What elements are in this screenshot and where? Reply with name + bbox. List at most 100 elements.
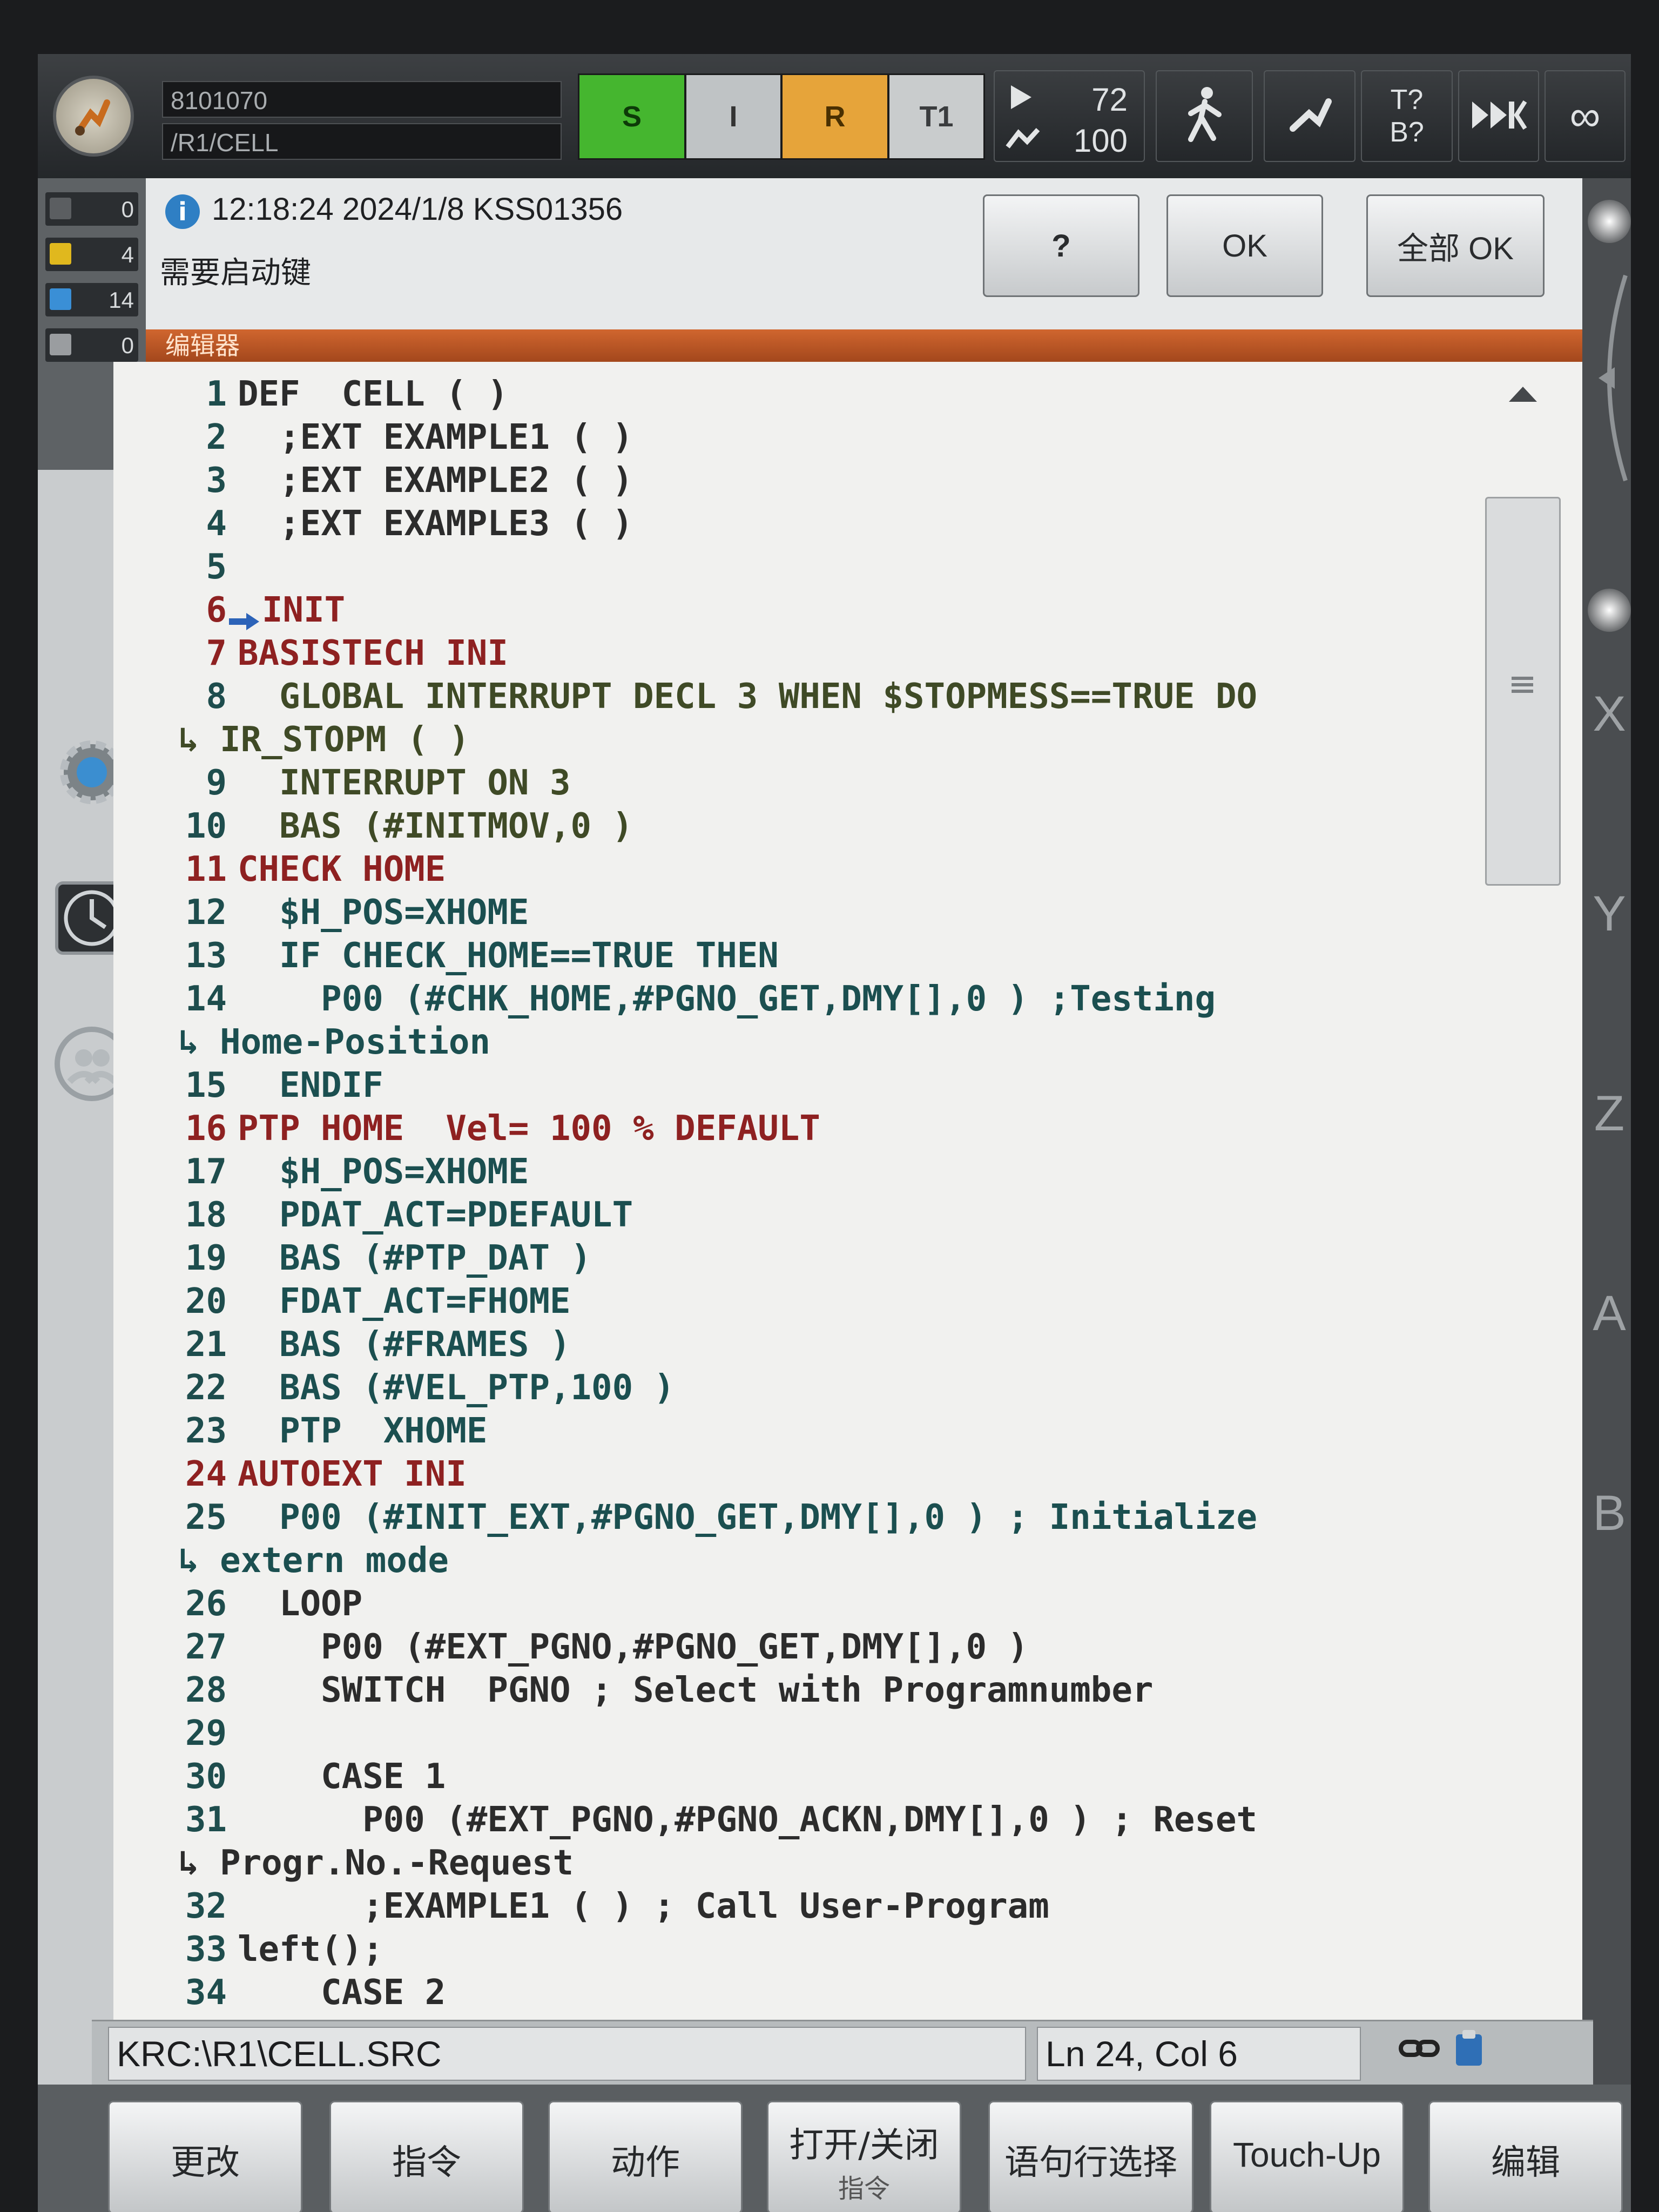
robot-tool-button[interactable]	[1264, 70, 1355, 162]
space-mouse-icon[interactable]	[1593, 270, 1631, 488]
code-line[interactable]: 24 AUTOEXT INI	[113, 1453, 1474, 1496]
all-ok-button[interactable]: 全部 OK	[1366, 194, 1545, 297]
code-line[interactable]: 27 P00 (#EXT_PGNO,#PGNO_GET,DMY[],0 )	[113, 1626, 1474, 1669]
code-line[interactable]: 1 DEF CELL ( )	[113, 373, 1474, 416]
axis-z-label[interactable]: Z	[1588, 1085, 1631, 1142]
program-id-field[interactable]: 8101070	[162, 81, 562, 118]
line-number: 19	[185, 1238, 227, 1278]
code-line[interactable]: 10 BAS (#INITMOV,0 )	[113, 805, 1474, 848]
line-code: GLOBAL INTERRUPT DECL 3 WHEN $STOPMESS==…	[238, 677, 1258, 717]
softkey-open-close[interactable]: 打开/关闭 指令	[767, 2101, 961, 2212]
program-path-field[interactable]: /R1/CELL	[162, 123, 562, 160]
line-code: IF CHECK_HOME==TRUE THEN	[238, 936, 779, 976]
program-status-r[interactable]: R	[781, 73, 889, 160]
stop-msg-count: 0	[121, 197, 134, 222]
line-code: P00 (#CHK_HOME,#PGNO_GET,DMY[],0 ) ;Test…	[238, 979, 1216, 1019]
line-code: CHECK HOME	[238, 849, 446, 889]
step-mode-button[interactable]	[1458, 70, 1539, 162]
code-line[interactable]: 19 BAS (#PTP_DAT )	[113, 1237, 1474, 1280]
jog-mode-button[interactable]	[1156, 70, 1253, 162]
line-number: 3	[206, 461, 227, 501]
code-line[interactable]: 16 PTP HOME Vel= 100 % DEFAULT	[113, 1107, 1474, 1150]
info-msg-counter[interactable]: 14	[45, 283, 138, 316]
line-number: 20	[185, 1282, 227, 1321]
code-line[interactable]: 20 FDAT_ACT=FHOME	[113, 1280, 1474, 1323]
code-line[interactable]: 29	[113, 1712, 1474, 1755]
softkey-motion[interactable]: 动作	[548, 2101, 743, 2212]
code-line[interactable]: 13 IF CHECK_HOME==TRUE THEN	[113, 934, 1474, 977]
code-line[interactable]: 15 ENDIF	[113, 1064, 1474, 1107]
line-code: ↳ extern mode	[178, 1541, 449, 1581]
line-number: 7	[206, 633, 227, 673]
clipboard-icon[interactable]	[1453, 2029, 1485, 2070]
ok-button[interactable]: OK	[1166, 194, 1323, 297]
code-line[interactable]: ↳ IR_STOPM ( )	[113, 718, 1474, 761]
code-line[interactable]: ↳ Progr.No.-Request	[113, 1842, 1474, 1885]
line-number: 13	[185, 936, 227, 976]
code-line[interactable]: 8 GLOBAL INTERRUPT DECL 3 WHEN $STOPMESS…	[113, 675, 1474, 718]
softkey-touch-up[interactable]: Touch-Up	[1210, 2101, 1404, 2212]
override-button[interactable]: 72 100	[994, 70, 1145, 162]
code-line[interactable]: 2 ;EXT EXAMPLE1 ( )	[113, 416, 1474, 459]
help-button[interactable]: ?	[983, 194, 1139, 297]
line-number: 30	[185, 1757, 227, 1797]
code-line[interactable]: 26 LOOP	[113, 1582, 1474, 1626]
scroll-thumb[interactable]	[1485, 497, 1561, 886]
code-line[interactable]: 17 $H_POS=XHOME	[113, 1150, 1474, 1193]
line-code: ↳ Home-Position	[178, 1022, 490, 1062]
softkey-commands[interactable]: 指令	[329, 2101, 524, 2212]
code-line[interactable]: 7 BASISTECH INI	[113, 632, 1474, 675]
code-line[interactable]: 22 BAS (#VEL_PTP,100 )	[113, 1366, 1474, 1410]
axis-y-label[interactable]: Y	[1588, 886, 1631, 942]
code-line[interactable]: 32 ;EXAMPLE1 ( ) ; Call User-Program	[113, 1885, 1474, 1928]
softkey-edit[interactable]: 编辑	[1428, 2101, 1623, 2212]
code-line[interactable]: 25 P00 (#INIT_EXT,#PGNO_GET,DMY[],0 ) ; …	[113, 1496, 1474, 1539]
softkey-change[interactable]: 更改	[108, 2101, 302, 2212]
code-line[interactable]: 11 CHECK HOME	[113, 848, 1474, 891]
code-line[interactable]: 9 INTERRUPT ON 3	[113, 761, 1474, 805]
line-number: 6	[206, 590, 227, 630]
code-line[interactable]: 12 $H_POS=XHOME	[113, 891, 1474, 934]
code-line[interactable]: ↳ Home-Position	[113, 1021, 1474, 1064]
code-editor[interactable]: 1 DEF CELL ( ) 2 ;EXT EXAMPLE1 ( ) 3 ;EXT E…	[113, 362, 1582, 2074]
line-code: $H_POS=XHOME	[238, 1152, 529, 1192]
code-line[interactable]: 31 P00 (#EXT_PGNO,#PGNO_ACKN,DMY[],0 ) ;…	[113, 1798, 1474, 1842]
line-number: 5	[206, 547, 227, 587]
axis-b-label[interactable]: B	[1588, 1485, 1631, 1542]
line-code: $H_POS=XHOME	[238, 893, 529, 933]
operating-mode-t1[interactable]: T1	[888, 73, 985, 160]
code-line[interactable]: 30 CASE 1	[113, 1755, 1474, 1798]
code-line[interactable]: 21 BAS (#FRAMES )	[113, 1323, 1474, 1366]
axis-a-label[interactable]: A	[1588, 1285, 1631, 1342]
code-line[interactable]: 4 ;EXT EXAMPLE3 ( )	[113, 502, 1474, 545]
code-line[interactable]: 14 P00 (#CHK_HOME,#PGNO_GET,DMY[],0 ) ;T…	[113, 977, 1474, 1021]
softkey-line-select[interactable]: 语句行选择	[988, 2101, 1193, 2212]
globe-icon-2[interactable]	[1588, 589, 1631, 632]
tool-base-button[interactable]: T? B?	[1361, 70, 1453, 162]
code-line[interactable]: 5	[113, 545, 1474, 589]
link-icon[interactable]	[1399, 2032, 1442, 2067]
code-line[interactable]: 18 PDAT_ACT=PDEFAULT	[113, 1193, 1474, 1237]
code-line[interactable]: 3 ;EXT EXAMPLE2 ( )	[113, 459, 1474, 502]
stop-msg-counter[interactable]: 0	[45, 192, 138, 226]
axis-x-label[interactable]: X	[1588, 686, 1631, 743]
code-line[interactable]: 23 PTP XHOME	[113, 1410, 1474, 1453]
code-line[interactable]: 28 SWITCH PGNO ; Select with Programnumb…	[113, 1669, 1474, 1712]
drive-status-i[interactable]: I	[685, 73, 782, 160]
globe-icon[interactable]	[1588, 200, 1631, 243]
wait-msg-counter[interactable]: 0	[45, 328, 138, 362]
warning-msg-counter[interactable]: 4	[45, 238, 138, 271]
run-mode-button[interactable]: ∞	[1545, 70, 1626, 162]
line-code: ;EXT EXAMPLE2 ( )	[238, 461, 633, 501]
code-line[interactable]: 6 INIT	[113, 589, 1474, 632]
submit-status-s[interactable]: S	[578, 73, 686, 160]
scroll-up-icon[interactable]	[1507, 383, 1539, 407]
line-code: LOOP	[238, 1584, 363, 1624]
line-code: INTERRUPT ON 3	[238, 763, 571, 803]
editor-scrollbar[interactable]	[1480, 373, 1566, 2058]
code-line[interactable]: 33 left();	[113, 1928, 1474, 1971]
code-line[interactable]: 34 CASE 2	[113, 1971, 1474, 2014]
code-line[interactable]: ↳ extern mode	[113, 1539, 1474, 1582]
robot-menu-icon[interactable]	[53, 76, 134, 157]
line-code: ENDIF	[238, 1065, 383, 1105]
